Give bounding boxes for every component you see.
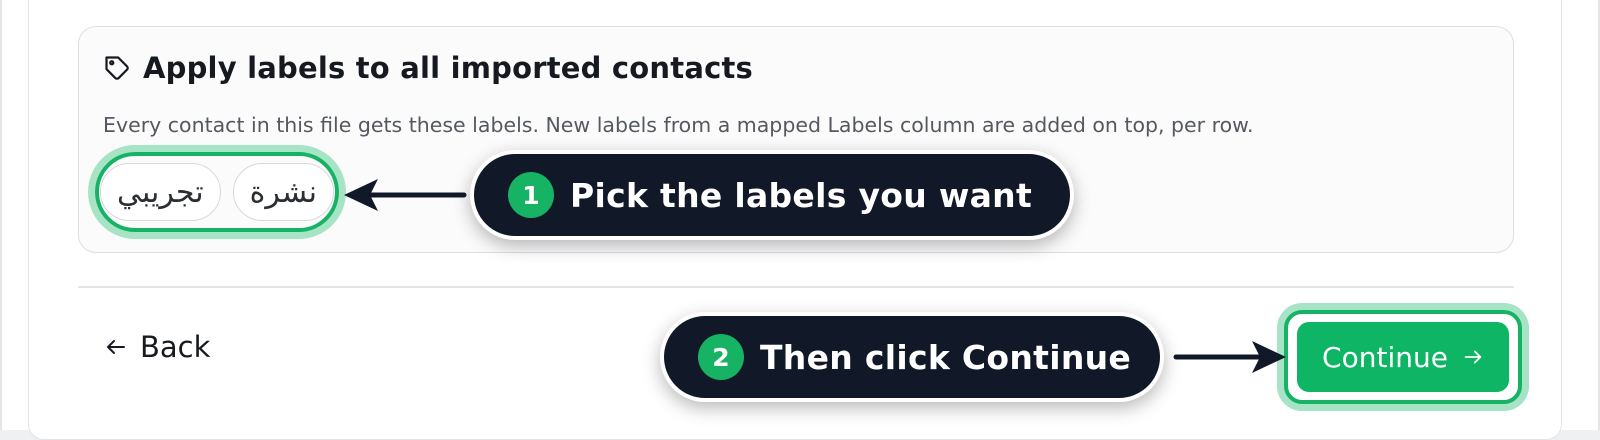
page-edge-left bbox=[0, 0, 2, 430]
callout-1-text: Pick the labels you want bbox=[570, 175, 1033, 215]
callout-step-2: 2 Then click Continue bbox=[660, 312, 1164, 402]
continue-label: Continue bbox=[1322, 340, 1448, 374]
tag-icon bbox=[103, 54, 131, 82]
step-badge-2: 2 bbox=[698, 334, 744, 380]
callout-step-1: 1 Pick the labels you want bbox=[470, 150, 1074, 240]
step-badge-1: 1 bbox=[508, 172, 554, 218]
back-button[interactable]: Back bbox=[104, 330, 210, 364]
callout-1-arrow bbox=[344, 179, 467, 211]
label-chip-newsletter[interactable]: نشرة bbox=[232, 163, 335, 221]
card-title-row: Apply labels to all imported contacts bbox=[103, 51, 753, 85]
label-chip-trial[interactable]: تجريبي bbox=[99, 163, 221, 221]
arrow-left-icon bbox=[104, 335, 128, 359]
callout-2-text: Then click Continue bbox=[760, 337, 1132, 377]
back-label: Back bbox=[140, 330, 211, 364]
label-chip-group: تجريبي نشرة bbox=[95, 152, 339, 232]
arrow-right-icon bbox=[1462, 346, 1484, 368]
footer-divider bbox=[78, 286, 1514, 288]
import-dialog-page: Apply labels to all imported contacts Ev… bbox=[0, 0, 1600, 440]
card-description: Every contact in this file gets these la… bbox=[103, 113, 1254, 137]
callout-2-arrow bbox=[1173, 341, 1286, 373]
continue-button[interactable]: Continue bbox=[1297, 322, 1509, 392]
card-title: Apply labels to all imported contacts bbox=[143, 51, 753, 85]
continue-button-highlight: Continue bbox=[1284, 310, 1522, 404]
